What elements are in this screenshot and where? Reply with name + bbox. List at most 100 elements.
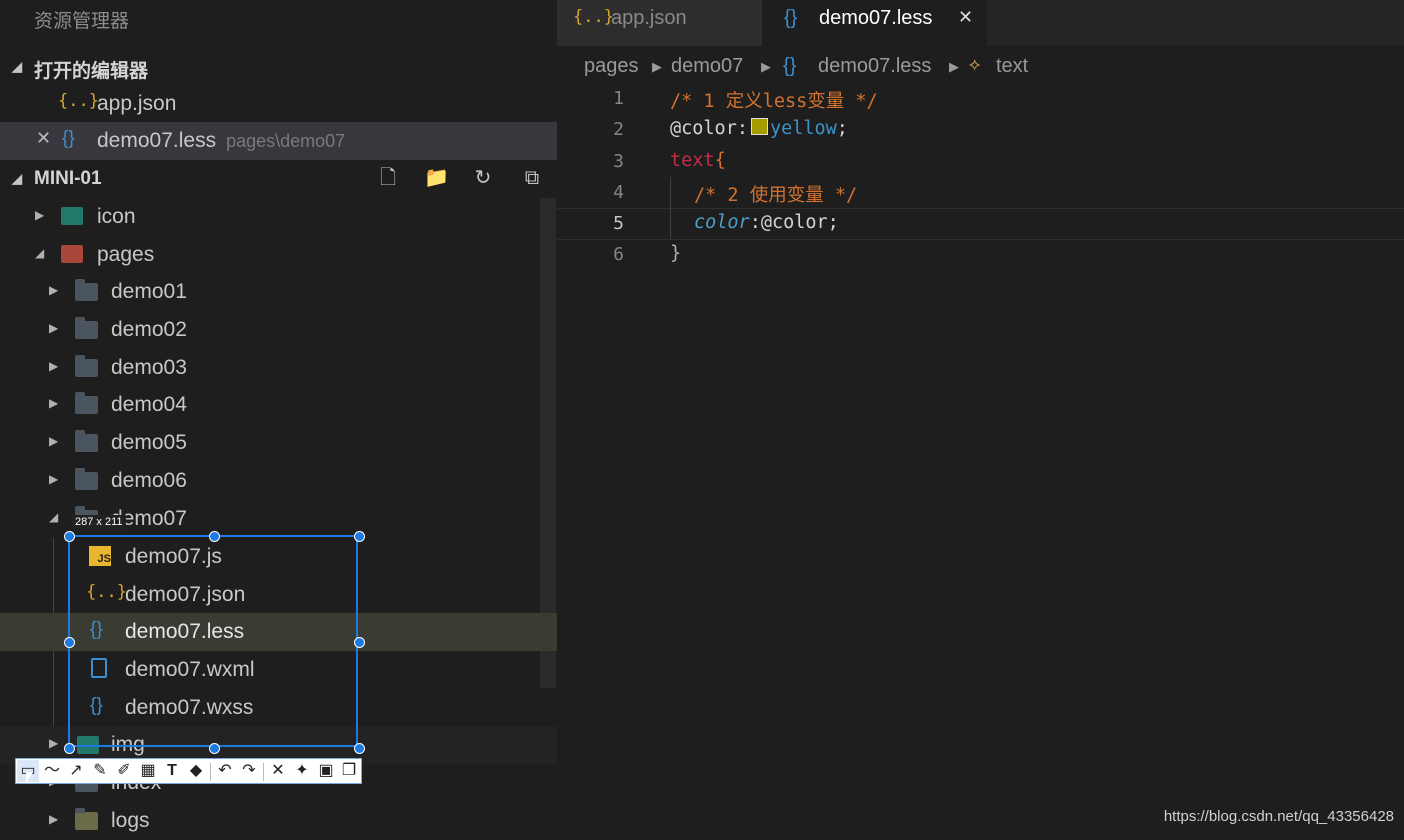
json-icon: {..}: [573, 7, 614, 27]
open-editor-label: app.json: [97, 92, 177, 115]
code-brace: {: [714, 150, 726, 171]
breadcrumb: pages ▶ demo07 ▶ {} demo07.less ▶ ⟡ text: [557, 46, 1404, 88]
code-value: yellow: [769, 118, 837, 139]
breadcrumb-symbol[interactable]: text: [996, 55, 1028, 78]
open-editor-item-app-json[interactable]: {..} app.json: [0, 85, 557, 123]
collapse-triangle-icon: ◢: [12, 171, 22, 186]
tab-app-json[interactable]: {..} app.json: [557, 0, 762, 46]
collapse-all-icon[interactable]: ⧉: [520, 166, 544, 190]
folder-icon: [75, 468, 98, 490]
resize-handle[interactable]: [64, 531, 75, 542]
tree-item-pages[interactable]: ◢ pages: [0, 236, 557, 274]
close-tab-icon[interactable]: ✕: [958, 7, 973, 28]
toolbar-separator: [263, 763, 264, 781]
chevron-down-icon: ◢: [49, 510, 59, 524]
code-variable: @color:: [670, 118, 748, 139]
current-line-highlight: [557, 208, 1404, 240]
image-folder-icon: [61, 207, 83, 225]
mosaic-icon[interactable]: ▦: [137, 760, 159, 782]
cancel-icon[interactable]: ✕: [267, 760, 289, 782]
toolbar-separator: [210, 763, 211, 781]
less-icon: {}: [783, 55, 797, 77]
open-editors-label: 打开的编辑器: [34, 61, 149, 82]
color-swatch[interactable]: [750, 118, 768, 135]
tree-item-demo02[interactable]: ▶ demo02: [0, 311, 557, 349]
code-line-5[interactable]: color:@color;: [694, 212, 839, 233]
indent-guide: [670, 177, 671, 239]
code-line-6[interactable]: }: [670, 243, 681, 264]
line-number: 5: [613, 213, 624, 234]
editor-tab-bar: {..} app.json {} demo07.less ✕: [557, 0, 1404, 46]
tree-label: demo05: [111, 431, 187, 454]
text-icon[interactable]: T: [161, 760, 183, 782]
new-file-icon[interactable]: 🗋: [376, 166, 400, 190]
tree-item-logs[interactable]: ▶ logs: [0, 802, 557, 840]
tree-label: icon: [97, 205, 136, 228]
breadcrumb-file[interactable]: demo07.less: [818, 55, 931, 78]
collapse-triangle-icon: ◢: [12, 59, 22, 74]
folder-icon: [75, 279, 98, 301]
tree-label: demo03: [111, 356, 187, 379]
resize-handle[interactable]: [354, 637, 365, 648]
resize-handle[interactable]: [64, 743, 75, 754]
tree-item-demo06[interactable]: ▶ demo06: [0, 462, 557, 500]
tree-item-demo04[interactable]: ▶ demo04: [0, 386, 557, 424]
tree-item-demo05[interactable]: ▶ demo05: [0, 424, 557, 462]
logs-folder-icon: [75, 808, 98, 830]
less-icon: {}: [784, 7, 798, 29]
copy-icon[interactable]: ❐: [338, 760, 360, 782]
resize-handle[interactable]: [209, 743, 220, 754]
chevron-right-icon: ▶: [949, 59, 959, 74]
tree-label: pages: [97, 243, 155, 266]
tab-demo07-less[interactable]: {} demo07.less ✕: [762, 0, 987, 46]
mouse-cursor: [26, 772, 33, 784]
tree-label: demo06: [111, 469, 187, 492]
open-editors-header[interactable]: ◢ 打开的编辑器: [0, 48, 557, 86]
resize-handle[interactable]: [64, 637, 75, 648]
capture-toolbar: ▭ 〜 ↗ ✎ ✐ ▦ T ◆ ↶ ↷ ✕ ✦ ▣ ❐: [15, 758, 362, 784]
eraser-icon[interactable]: ◆: [185, 760, 207, 782]
code-line-4[interactable]: /* 2 使用变量 */: [694, 181, 857, 207]
chevron-right-icon: ▶: [49, 812, 59, 826]
tree-item-demo01[interactable]: ▶ demo01: [0, 273, 557, 311]
new-folder-icon[interactable]: 📁: [424, 166, 449, 190]
capture-selection-box[interactable]: [64, 531, 365, 754]
breadcrumb-demo07[interactable]: demo07: [671, 55, 743, 78]
close-icon[interactable]: ✕: [36, 128, 60, 152]
pin-icon[interactable]: ✦: [291, 760, 313, 782]
arrow-icon[interactable]: ↗: [65, 760, 87, 782]
chevron-right-icon: ▶: [652, 59, 662, 74]
resize-handle[interactable]: [209, 531, 220, 542]
tab-label: app.json: [611, 7, 687, 29]
save-icon[interactable]: ▣: [315, 760, 337, 782]
tree-item-demo03[interactable]: ▶ demo03: [0, 349, 557, 387]
pencil-icon[interactable]: ✎: [89, 760, 111, 782]
less-icon: {}: [62, 128, 75, 149]
resize-handle[interactable]: [354, 531, 365, 542]
chevron-right-icon: ▶: [49, 396, 59, 410]
open-editor-item-demo07-less[interactable]: ✕ {} demo07.less pages\demo07: [0, 122, 557, 160]
chevron-right-icon: ▶: [49, 321, 59, 335]
redo-icon[interactable]: ↷: [238, 760, 260, 782]
capture-size-label: 287 x 211: [72, 515, 126, 529]
chevron-right-icon: ▶: [49, 472, 59, 486]
resize-handle[interactable]: [354, 743, 365, 754]
code-line-2[interactable]: @color: yellow;: [670, 118, 848, 139]
refresh-icon[interactable]: ↻: [471, 166, 495, 190]
project-name: MINI-01: [34, 168, 102, 189]
folder-icon: [75, 392, 98, 414]
code-line-3[interactable]: text{: [670, 150, 726, 171]
marker-icon[interactable]: ✐: [113, 760, 135, 782]
pages-folder-icon: [61, 245, 83, 263]
pen-line-icon[interactable]: 〜: [41, 760, 63, 782]
chevron-right-icon: ▶: [49, 359, 59, 373]
code-comment: /* 1 定义less变量 */: [670, 91, 878, 112]
breadcrumb-pages[interactable]: pages: [584, 55, 639, 78]
tree-label: demo04: [111, 393, 187, 416]
code-line-1[interactable]: /* 1 定义less变量 */: [670, 87, 878, 113]
chevron-right-icon: ▶: [35, 208, 45, 222]
code-selector: text: [670, 150, 715, 171]
undo-icon[interactable]: ↶: [214, 760, 236, 782]
tree-item-icon[interactable]: ▶ icon: [0, 198, 557, 236]
line-number: 3: [613, 151, 624, 172]
